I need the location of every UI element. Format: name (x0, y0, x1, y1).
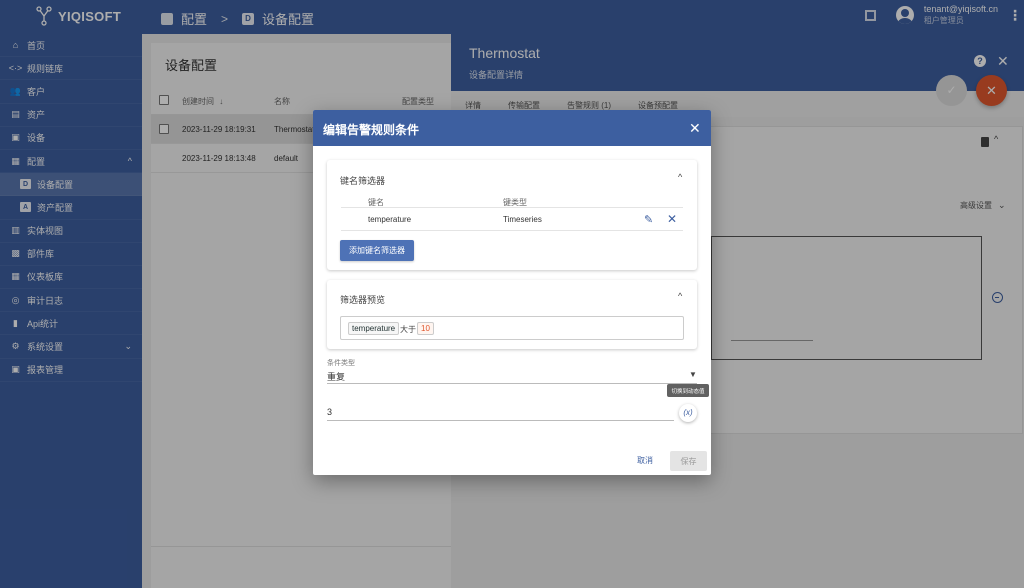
key-type: Timeseries (503, 215, 542, 224)
save-button[interactable]: 保存 (670, 451, 707, 471)
preview-operator: 大于 (400, 325, 416, 334)
filter-preview-panel: 筛选器预览 ^ temperature 大于 10 (327, 280, 697, 349)
close-icon[interactable]: ✕ (689, 120, 701, 137)
divider (327, 420, 674, 421)
filter-preview-title[interactable]: 筛选器预览 (340, 293, 385, 306)
divider (327, 383, 697, 384)
edit-alarm-condition-dialog: 编辑告警规则条件 ✕ 键名筛选器 ^ 键名 键类型 temperature Ti… (313, 110, 711, 475)
list-item: temperature Timeseries ✎ ✕ (341, 207, 683, 231)
key-filters-title[interactable]: 键名筛选器 (340, 174, 385, 187)
condition-type-select[interactable]: 重复 (327, 370, 345, 383)
chevron-up-icon[interactable]: ^ (678, 172, 682, 182)
key-filters-panel: 键名筛选器 ^ 键名 键类型 temperature Timeseries ✎ … (327, 160, 697, 270)
preview-value-chip: 10 (417, 322, 434, 335)
tooltip: 切换到动态值 (667, 384, 709, 397)
cancel-button[interactable]: 取消 (637, 455, 653, 466)
preview-key-chip: temperature (348, 322, 400, 335)
condition-type-label: 条件类型 (327, 360, 355, 367)
event-count-input[interactable]: 3 (327, 407, 332, 417)
dropdown-caret-icon[interactable]: ▼ (689, 370, 697, 379)
edit-icon[interactable]: ✎ (644, 213, 653, 226)
filter-preview: temperature 大于 10 (340, 316, 684, 340)
dynamic-value-toggle-button[interactable]: (x) (679, 404, 697, 422)
chevron-up-icon[interactable]: ^ (678, 291, 682, 301)
dialog-title: 编辑告警规则条件 (323, 123, 420, 137)
dialog-header: 编辑告警规则条件 ✕ (313, 110, 711, 146)
key-name: temperature (368, 215, 412, 224)
add-key-filter-button[interactable]: 添加键名筛选器 (340, 240, 414, 261)
close-icon[interactable]: ✕ (667, 212, 677, 226)
